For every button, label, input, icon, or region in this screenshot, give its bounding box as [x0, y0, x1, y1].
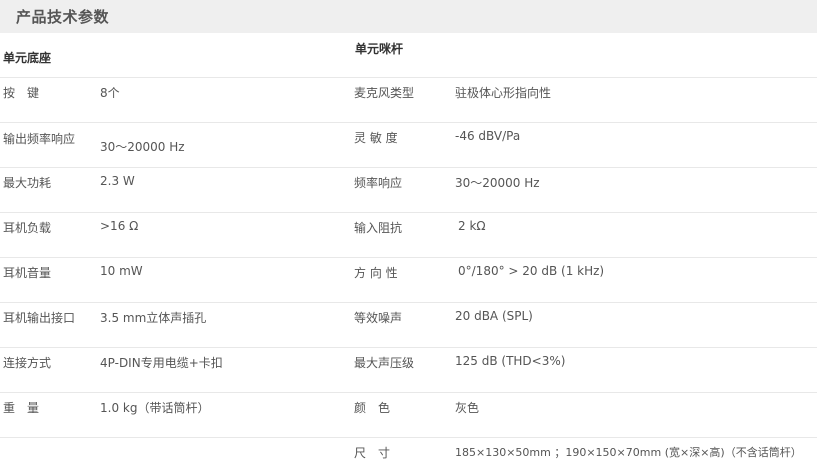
- left-spec-value: 2.3 W: [100, 174, 135, 188]
- right-spec-value: 20 dBA (SPL): [455, 309, 533, 323]
- right-spec-value: 0°/180° > 20 dB (1 kHz): [458, 264, 605, 278]
- right-spec-label: 尺 寸: [354, 446, 391, 460]
- right-spec-value: 125 dB (THD<3%): [455, 354, 566, 368]
- left-spec-label: 耳机音量: [3, 266, 52, 280]
- left-spec-label: 输出频率响应: [3, 132, 76, 146]
- left-spec-label: 按 键: [3, 86, 40, 100]
- row-divider: [0, 392, 817, 393]
- right-spec-value: 185×130×50mm ；190×150×70mm (宽×深×高)（不含话筒杆…: [455, 446, 802, 459]
- page-title: 产品技术参数: [16, 8, 110, 26]
- left-spec-label: 连接方式: [3, 356, 52, 370]
- left-spec-label: 最大功耗: [3, 176, 52, 190]
- left-spec-value: 8个: [100, 86, 120, 100]
- right-spec-label: 颜 色: [354, 401, 391, 415]
- right-spec-label: 灵 敏 度: [354, 131, 398, 145]
- right-spec-label: 最大声压级: [354, 356, 415, 370]
- title-bar: 产品技术参数: [0, 0, 817, 33]
- left-spec-value: >16 Ω: [100, 219, 139, 233]
- left-spec-value: 3.5 mm立体声插孔: [100, 311, 207, 325]
- row-divider: [0, 347, 817, 348]
- right-spec-label: 输入阻抗: [354, 221, 403, 235]
- right-spec-label: 频率响应: [354, 176, 403, 190]
- row-divider: [0, 302, 817, 303]
- right-spec-value: 驻极体心形指向性: [455, 86, 552, 100]
- row-divider: [0, 122, 817, 123]
- right-spec-label: 方 向 性: [354, 266, 398, 280]
- right-spec-value: 灰色: [455, 401, 480, 415]
- right-spec-label: 麦克风类型: [354, 86, 415, 100]
- row-divider: [0, 437, 817, 438]
- right-spec-value: 2 kΩ: [458, 219, 486, 233]
- right-spec-value: -46 dBV/Pa: [455, 129, 521, 143]
- left-spec-value: 1.0 kg（带话筒杆）: [100, 401, 210, 415]
- left-spec-label: 耳机负载: [3, 221, 52, 235]
- right-spec-value: 30～20000 Hz: [455, 176, 540, 190]
- left-spec-value: 4P-DIN专用电缆+卡扣: [100, 356, 223, 370]
- left-spec-value: 10 mW: [100, 264, 143, 278]
- right-section-title: 单元咪杆: [355, 42, 404, 56]
- row-divider: [0, 167, 817, 168]
- left-spec-value: 30～20000 Hz: [100, 140, 185, 154]
- left-spec-label: 重 量: [3, 401, 40, 415]
- row-divider: [0, 77, 817, 78]
- row-divider: [0, 257, 817, 258]
- left-spec-label: 耳机输出接口: [3, 311, 76, 325]
- left-section-title: 单元底座: [3, 51, 52, 65]
- right-spec-label: 等效噪声: [354, 311, 403, 325]
- row-divider: [0, 212, 817, 213]
